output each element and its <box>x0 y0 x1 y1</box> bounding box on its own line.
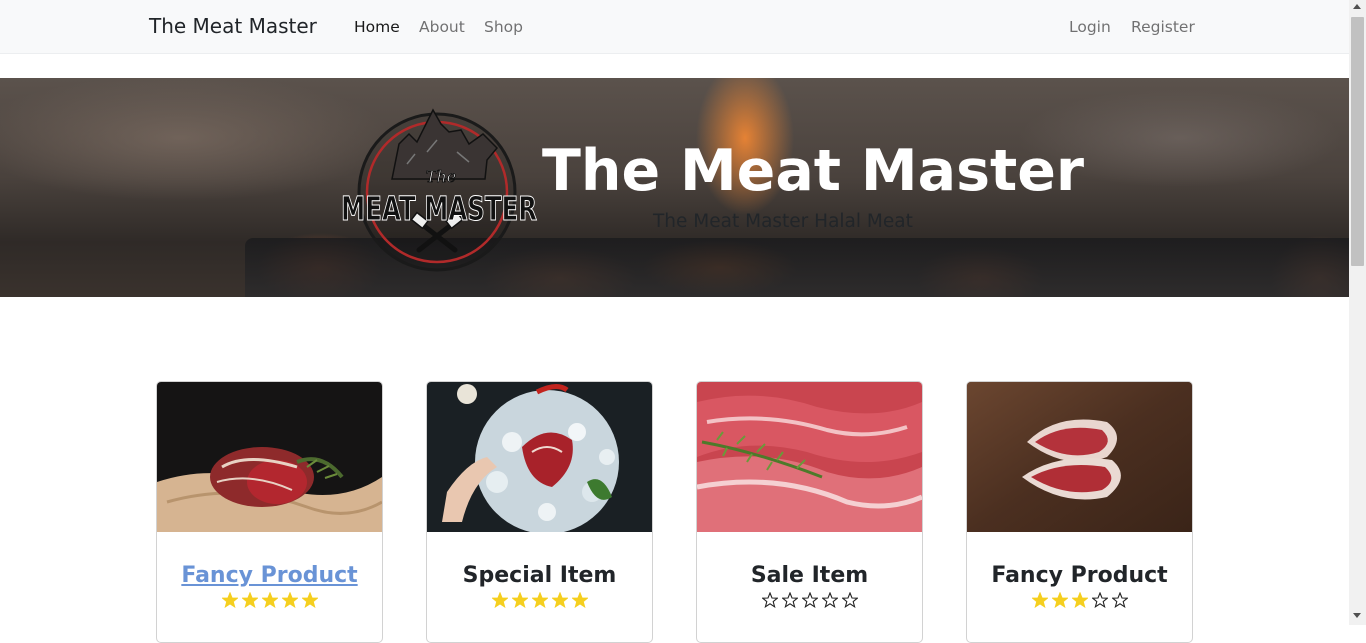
product-card: Sale Item <box>696 381 923 643</box>
product-title[interactable]: Fancy Product <box>967 562 1192 590</box>
logo-text-the: The <box>426 167 456 186</box>
rating-stars <box>427 592 652 614</box>
nav-link-shop[interactable]: Shop <box>484 18 523 36</box>
hero-subtitle: The Meat Master Halal Meat <box>653 211 913 232</box>
star-filled-icon <box>281 592 298 608</box>
register-link[interactable]: Register <box>1131 18 1195 36</box>
meat-master-logo: The MEAT MASTER <box>341 108 538 272</box>
logo-text-meat-master: MEAT MASTER <box>341 189 537 228</box>
product-title[interactable]: Sale Item <box>697 562 922 590</box>
nav-link-home[interactable]: Home <box>354 18 400 36</box>
star-empty-icon <box>761 592 778 608</box>
top-navbar: The Meat Master Home About Shop Login Re… <box>0 0 1349 54</box>
product-title-link[interactable]: Fancy Product <box>157 562 382 590</box>
product-image-steaks-on-board[interactable] <box>967 382 1192 532</box>
star-empty-icon <box>801 592 818 608</box>
brand-link[interactable]: The Meat Master <box>149 14 317 38</box>
nav-link-about[interactable]: About <box>419 18 465 36</box>
star-empty-icon <box>821 592 838 608</box>
star-filled-icon <box>1071 592 1088 608</box>
product-image-steak-on-ice[interactable] <box>427 382 652 532</box>
login-link[interactable]: Login <box>1069 18 1111 36</box>
star-filled-icon <box>531 592 548 608</box>
vertical-scrollbar[interactable] <box>1349 0 1366 625</box>
scroll-up-arrow-icon[interactable] <box>1353 4 1361 9</box>
star-filled-icon <box>511 592 528 608</box>
rating-stars <box>157 592 382 614</box>
star-filled-icon <box>551 592 568 608</box>
star-filled-icon <box>301 592 318 608</box>
star-filled-icon <box>571 592 588 608</box>
star-empty-icon <box>781 592 798 608</box>
star-filled-icon <box>1051 592 1068 608</box>
product-title[interactable]: Special Item <box>427 562 652 590</box>
product-image-raw-steaks[interactable] <box>697 382 922 532</box>
rating-stars <box>967 592 1192 614</box>
scrollbar-thumb[interactable] <box>1351 17 1364 266</box>
product-image-roast-beef[interactable] <box>157 382 382 532</box>
product-card: Special Item <box>426 381 653 643</box>
star-filled-icon <box>491 592 508 608</box>
star-filled-icon <box>241 592 258 608</box>
star-empty-icon <box>1111 592 1128 608</box>
product-card: Fancy Product <box>966 381 1193 643</box>
hero-title: The Meat Master <box>542 138 1085 204</box>
product-card: Fancy Product <box>156 381 383 643</box>
rating-stars <box>697 592 922 614</box>
star-filled-icon <box>1031 592 1048 608</box>
scroll-down-arrow-icon[interactable] <box>1353 613 1361 618</box>
star-filled-icon <box>221 592 238 608</box>
star-filled-icon <box>261 592 278 608</box>
star-empty-icon <box>1091 592 1108 608</box>
star-empty-icon <box>841 592 858 608</box>
